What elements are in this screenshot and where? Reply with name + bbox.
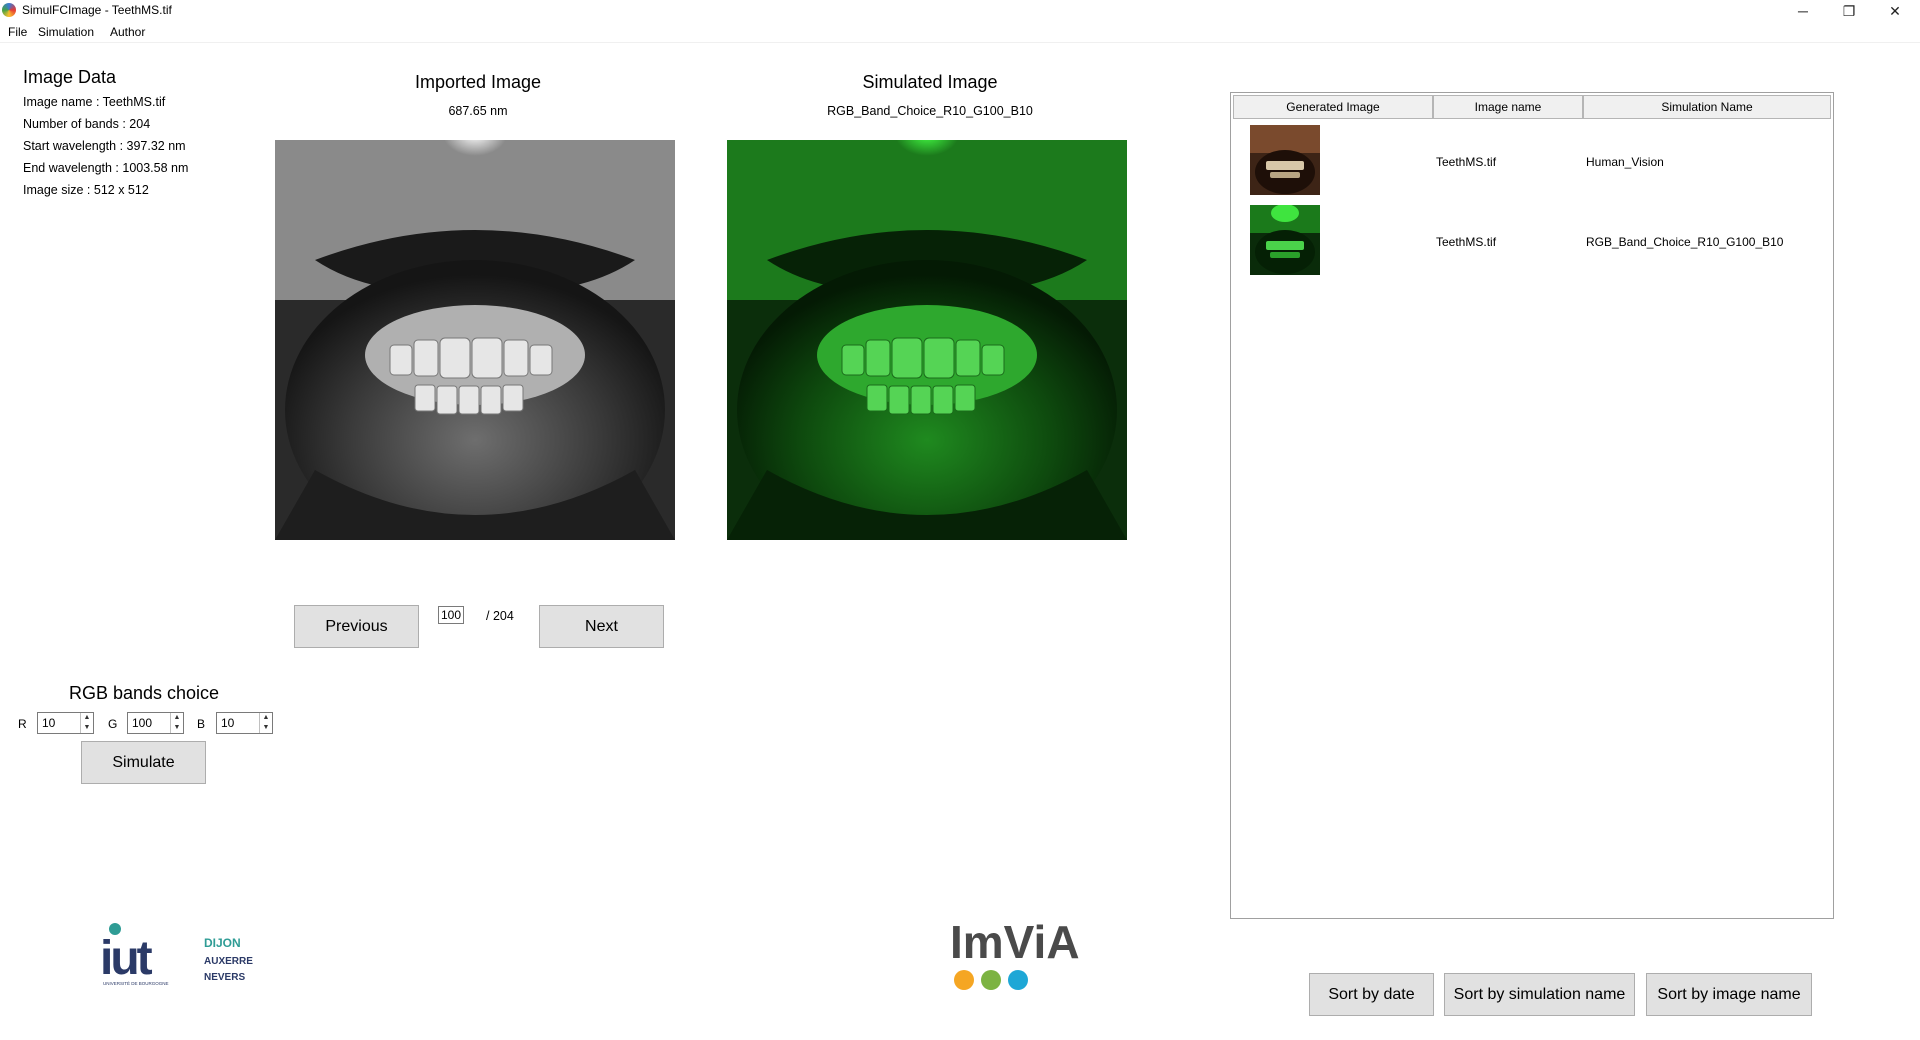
rgb-choice-title: RGB bands choice [68,683,220,703]
r-band-spinner[interactable]: 10 ▲ ▼ [37,712,94,734]
menu-divider [0,42,1920,43]
iut-dijon: DIJON [204,936,241,950]
down-arrow-icon[interactable]: ▼ [81,723,93,733]
iut-university: UNIVERSITÉ DE BOURGOGNE [103,980,169,986]
r-label: R [18,717,27,731]
b-band-spinner[interactable]: 10 ▲ ▼ [216,712,273,734]
title-bar: SimulFCImage - TeethMS.tif ─ ❐ ✕ [0,0,1920,22]
band-count-label: Number of bands : 204 [23,117,151,131]
generated-images-table[interactable]: Generated Image Image name Simulation Na… [1230,92,1834,919]
b-label: B [197,717,206,731]
b-spinner-arrows[interactable]: ▲ ▼ [259,713,272,733]
band-number-input[interactable]: 100 [438,606,464,624]
r-spinner-arrows[interactable]: ▲ ▼ [80,713,93,733]
simulated-image [727,140,1127,540]
menu-file[interactable]: File [8,25,27,39]
simulated-name: RGB_Band_Choice_R10_G100_B10 [827,104,1033,118]
end-wavelength-label: End wavelength : 1003.58 nm [23,161,189,175]
start-wavelength-label: Start wavelength : 397.32 nm [23,139,186,153]
imvia-wordmark: ImViA [950,916,1080,968]
imported-image [275,140,675,540]
up-arrow-icon[interactable]: ▲ [81,713,93,723]
minimize-icon[interactable]: ─ [1780,0,1826,22]
maximize-icon[interactable]: ❐ [1826,0,1872,22]
menu-simulation[interactable]: Simulation [38,25,94,39]
imported-wavelength: 687.65 nm [448,104,508,118]
down-arrow-icon[interactable]: ▼ [171,723,183,733]
g-spinner-arrows[interactable]: ▲ ▼ [170,713,183,733]
iut-nevers: NEVERS [204,972,245,983]
window-title: SimulFCImage - TeethMS.tif [22,3,172,17]
sort-by-image-name-button[interactable]: Sort by image name [1646,973,1812,1016]
image-data-title: Image Data [23,67,117,87]
imvia-dot-orange [954,970,974,990]
menu-bar: File Simulation Author [0,22,1920,42]
column-header-generated-image[interactable]: Generated Image [1233,95,1433,119]
up-arrow-icon[interactable]: ▲ [171,713,183,723]
close-icon[interactable]: ✕ [1872,0,1918,22]
image-name-label: Image name : TeethMS.tif [23,95,166,109]
column-header-simulation-name[interactable]: Simulation Name [1583,95,1831,119]
down-arrow-icon[interactable]: ▼ [260,723,272,733]
b-band-value: 10 [221,716,235,730]
imvia-dot-green [981,970,1001,990]
imvia-logo: ImViA [950,912,1090,998]
row-image-name: TeethMS.tif [1436,155,1497,169]
table-row[interactable]: TeethMS.tif Human_Vision [1231,123,1831,201]
simulate-button[interactable]: Simulate [81,741,206,784]
simulated-image-title: Simulated Image [862,72,998,92]
imported-image-title: Imported Image [414,72,542,92]
iut-mark: iut [100,932,153,985]
sort-by-date-button[interactable]: Sort by date [1309,973,1434,1016]
table-row[interactable]: TeethMS.tif RGB_Band_Choice_R10_G100_B10 [1231,203,1831,281]
row-simulation-name: RGB_Band_Choice_R10_G100_B10 [1586,235,1784,249]
sort-by-simulation-name-button[interactable]: Sort by simulation name [1444,973,1635,1016]
previous-button[interactable]: Previous [294,605,419,648]
iut-logo: iut DIJON AUXERRE NEVERS UNIVERSITÉ DE B… [100,922,260,992]
thumbnail-image [1250,205,1320,275]
imvia-dot-blue [1008,970,1028,990]
up-arrow-icon[interactable]: ▲ [260,713,272,723]
image-size-label: Image size : 512 x 512 [23,183,149,197]
menu-author[interactable]: Author [110,25,145,39]
g-band-spinner[interactable]: 100 ▲ ▼ [127,712,184,734]
row-simulation-name: Human_Vision [1586,155,1664,169]
app-icon [2,3,16,17]
g-label: G [108,717,118,731]
thumbnail-image [1250,125,1320,195]
iut-auxerre: AUXERRE [204,956,253,967]
next-button[interactable]: Next [539,605,664,648]
row-image-name: TeethMS.tif [1436,235,1497,249]
band-total-label: / 204 [486,609,514,623]
column-header-image-name[interactable]: Image name [1433,95,1583,119]
g-band-value: 100 [132,716,153,730]
r-band-value: 10 [42,716,56,730]
